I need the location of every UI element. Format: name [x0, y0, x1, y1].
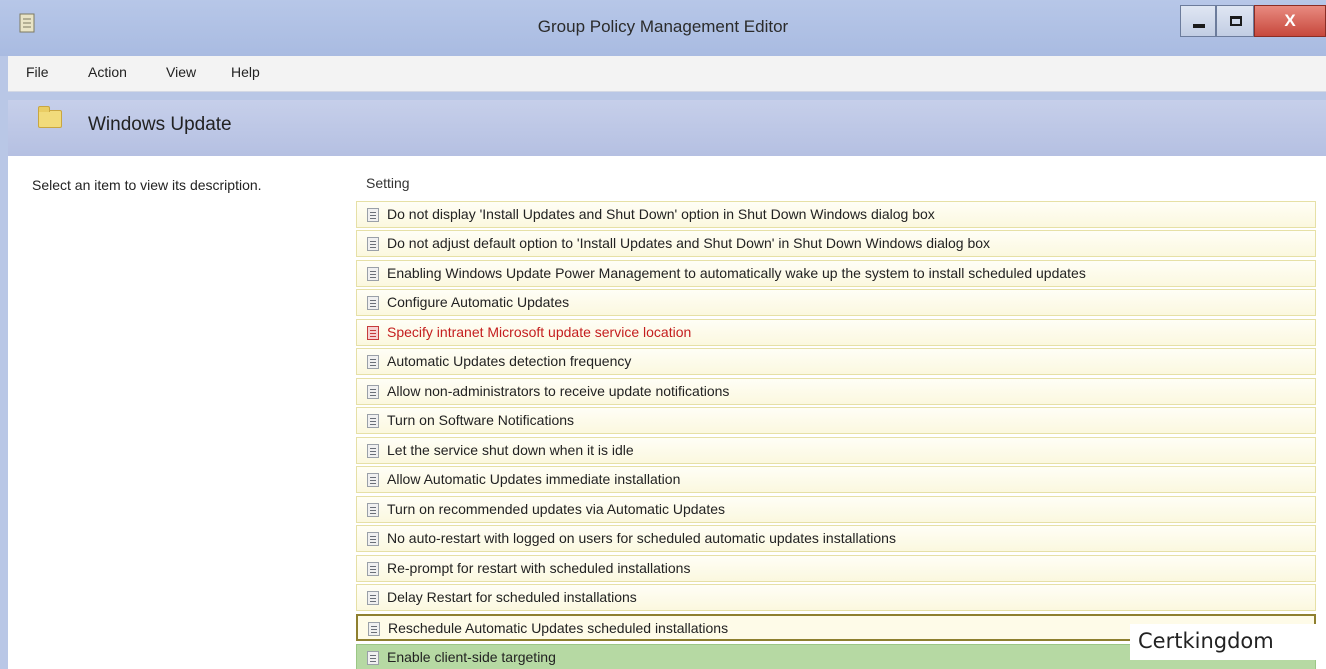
setting-label: Turn on recommended updates via Automati…: [387, 501, 726, 517]
setting-label: Allow non-administrators to receive upda…: [387, 383, 730, 399]
column-header-setting[interactable]: Setting: [366, 175, 410, 191]
folder-header: Windows Update: [8, 100, 1326, 156]
policy-setting-icon: [367, 385, 379, 399]
setting-label: Allow Automatic Updates immediate instal…: [387, 471, 681, 487]
folder-title: Windows Update: [88, 114, 232, 135]
setting-label: Do not adjust default option to 'Install…: [387, 235, 991, 251]
setting-label: Enable client-side targeting: [387, 649, 556, 665]
policy-setting-icon: [367, 355, 379, 369]
setting-label: Delay Restart for scheduled installation…: [387, 589, 637, 605]
setting-row[interactable]: Re-prompt for restart with scheduled ins…: [356, 555, 1316, 582]
policy-setting-icon: [367, 267, 379, 281]
setting-row[interactable]: Turn on Software Notifications: [356, 407, 1316, 434]
maximize-button[interactable]: [1216, 5, 1254, 37]
settings-list: Setting Do not display 'Install Updates …: [346, 156, 1326, 669]
close-icon: X: [1284, 11, 1296, 30]
setting-label: Reschedule Automatic Updates scheduled i…: [388, 620, 729, 636]
setting-label: Specify intranet Microsoft update servic…: [387, 324, 692, 340]
setting-label: Re-prompt for restart with scheduled ins…: [387, 560, 691, 576]
minimize-icon: [1193, 24, 1205, 28]
setting-row[interactable]: Let the service shut down when it is idl…: [356, 437, 1316, 464]
setting-label: Do not display 'Install Updates and Shut…: [387, 206, 935, 222]
policy-setting-icon: [367, 208, 379, 222]
policy-setting-icon: [367, 591, 379, 605]
minimize-button[interactable]: [1180, 5, 1216, 37]
setting-label: Configure Automatic Updates: [387, 294, 570, 310]
title-bar[interactable]: Group Policy Management Editor X: [0, 0, 1326, 56]
policy-setting-icon: [367, 651, 379, 665]
gpo-editor-window: Group Policy Management Editor X File Ac…: [0, 0, 1326, 669]
policy-setting-icon: [367, 237, 379, 251]
menu-help[interactable]: Help: [231, 64, 260, 80]
policy-setting-icon: [367, 503, 379, 517]
setting-row[interactable]: Turn on recommended updates via Automati…: [356, 496, 1316, 523]
policy-setting-icon: [367, 473, 379, 487]
policy-setting-icon: [367, 326, 379, 340]
policy-setting-icon: [367, 532, 379, 546]
policy-setting-icon: [367, 444, 379, 458]
menu-action[interactable]: Action: [88, 64, 127, 80]
window-title: Group Policy Management Editor: [537, 17, 789, 36]
setting-row[interactable]: Configure Automatic Updates: [356, 289, 1316, 316]
folder-icon: [38, 106, 62, 128]
setting-row[interactable]: Allow non-administrators to receive upda…: [356, 378, 1316, 405]
setting-row[interactable]: Delay Restart for scheduled installation…: [356, 584, 1316, 611]
menu-bar: File Action View Help: [8, 56, 1326, 92]
description-text: Select an item to view its description.: [32, 177, 262, 193]
setting-label: Turn on Software Notifications: [387, 412, 575, 428]
setting-label: Automatic Updates detection frequency: [387, 353, 632, 369]
close-button[interactable]: X: [1254, 5, 1326, 37]
description-pane: Select an item to view its description.: [8, 156, 346, 669]
policy-setting-icon: [368, 622, 380, 636]
policy-setting-icon: [367, 296, 379, 310]
menu-file[interactable]: File: [26, 64, 49, 80]
setting-label: Enabling Windows Update Power Management…: [387, 265, 1086, 281]
watermark: Certkingdom: [1130, 624, 1316, 660]
setting-row[interactable]: Allow Automatic Updates immediate instal…: [356, 466, 1316, 493]
setting-row[interactable]: No auto-restart with logged on users for…: [356, 525, 1316, 552]
setting-label: Let the service shut down when it is idl…: [387, 442, 634, 458]
policy-setting-icon: [367, 414, 379, 428]
setting-row[interactable]: Automatic Updates detection frequency: [356, 348, 1316, 375]
setting-row-highlighted[interactable]: Specify intranet Microsoft update servic…: [356, 319, 1316, 346]
setting-row[interactable]: Do not adjust default option to 'Install…: [356, 230, 1316, 257]
setting-row[interactable]: Enabling Windows Update Power Management…: [356, 260, 1316, 287]
maximize-icon: [1230, 16, 1242, 26]
setting-label: No auto-restart with logged on users for…: [387, 530, 896, 546]
setting-row[interactable]: Do not display 'Install Updates and Shut…: [356, 201, 1316, 228]
policy-setting-icon: [367, 562, 379, 576]
menu-view[interactable]: View: [166, 64, 196, 80]
